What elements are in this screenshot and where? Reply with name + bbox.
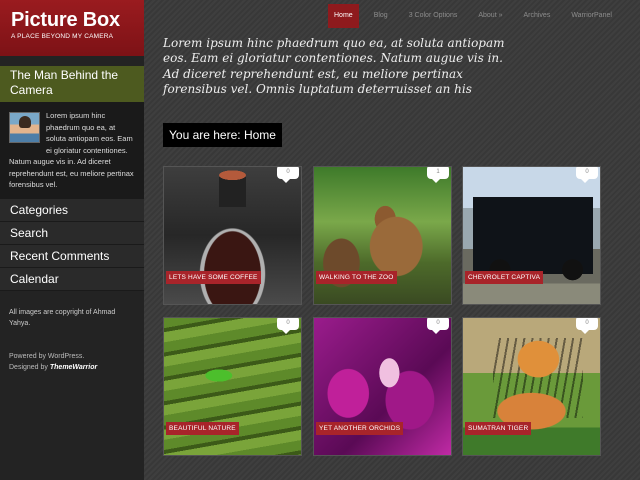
post-card-coffee[interactable]: 0 LETS HAVE SOME COFFEE	[163, 166, 302, 305]
breadcrumb-prefix: You are here:	[169, 128, 241, 142]
widget-calendar[interactable]: Calendar	[0, 268, 144, 291]
sidebar-footer: All images are copyright of Ahmad Yahya.…	[0, 291, 144, 373]
about-heading: The Man Behind the Camera	[0, 66, 144, 102]
comment-count-icon[interactable]: 0	[427, 318, 449, 334]
powered-by-text[interactable]: Powered by WordPress.	[9, 351, 135, 362]
post-caption[interactable]: BEAUTIFUL NATURE	[166, 422, 239, 435]
sidebar: Picture Box A PLACE BEYOND MY CAMERA The…	[0, 0, 144, 480]
nav-blog[interactable]: Blog	[368, 4, 394, 28]
post-caption[interactable]: WALKING TO THE ZOO	[316, 271, 397, 284]
site-logo[interactable]: Picture Box A PLACE BEYOND MY CAMERA	[0, 0, 144, 56]
comment-count-icon[interactable]: 0	[576, 318, 598, 334]
themewarrior-logo[interactable]: ThemeWarrior	[50, 364, 97, 371]
widget-search[interactable]: Search	[0, 222, 144, 245]
breadcrumb-current[interactable]: Home	[244, 128, 276, 142]
nav-about[interactable]: About »	[472, 4, 508, 28]
designed-by-prefix: Designed by	[9, 364, 48, 371]
post-caption[interactable]: CHEVROLET CAPTIVA	[465, 271, 544, 284]
post-caption[interactable]: SUMATRAN TIGER	[465, 422, 532, 435]
comment-count-icon[interactable]: 0	[277, 318, 299, 334]
widget-recent-comments[interactable]: Recent Comments	[0, 245, 144, 268]
comment-count-icon[interactable]: 0	[576, 167, 598, 183]
post-card-zoo[interactable]: 1 WALKING TO THE ZOO	[313, 166, 452, 305]
nav-home[interactable]: Home	[328, 4, 359, 28]
post-card-car[interactable]: 0 CHEVROLET CAPTIVA	[462, 166, 601, 305]
about-widget: Lorem ipsum hinc phaedrum quo ea, at sol…	[0, 102, 144, 199]
comment-count-icon[interactable]: 0	[277, 167, 299, 183]
post-caption[interactable]: LETS HAVE SOME COFFEE	[166, 271, 261, 284]
intro-text: Lorem ipsum hinc phaedrum quo ea, at sol…	[163, 36, 505, 97]
post-card-tiger[interactable]: 0 SUMATRAN TIGER	[462, 317, 601, 456]
site-tagline: A PLACE BEYOND MY CAMERA	[11, 33, 114, 40]
breadcrumb: You are here: Home	[163, 123, 282, 147]
post-grid: 0 LETS HAVE SOME COFFEE 1 WALKING TO THE…	[163, 166, 603, 458]
post-card-nature[interactable]: 0 BEAUTIFUL NATURE	[163, 317, 302, 456]
author-avatar	[9, 112, 40, 143]
post-caption[interactable]: YET ANOTHER ORCHIDS	[316, 422, 404, 435]
widget-categories[interactable]: Categories	[0, 199, 144, 222]
copyright-text: All images are copyright of Ahmad Yahya.	[9, 309, 116, 327]
top-navigation: Home Blog 3 Color Options About » Archiv…	[328, 4, 627, 28]
post-card-orchid[interactable]: 0 YET ANOTHER ORCHIDS	[313, 317, 452, 456]
nav-color-options[interactable]: 3 Color Options	[403, 4, 464, 28]
nav-warriorpanel[interactable]: WarriorPanel	[565, 4, 618, 28]
designed-by: Designed by ThemeWarrior	[9, 362, 135, 373]
comment-count-icon[interactable]: 1	[427, 167, 449, 183]
site-title[interactable]: Picture Box	[11, 9, 144, 31]
nav-archives[interactable]: Archives	[517, 4, 556, 28]
